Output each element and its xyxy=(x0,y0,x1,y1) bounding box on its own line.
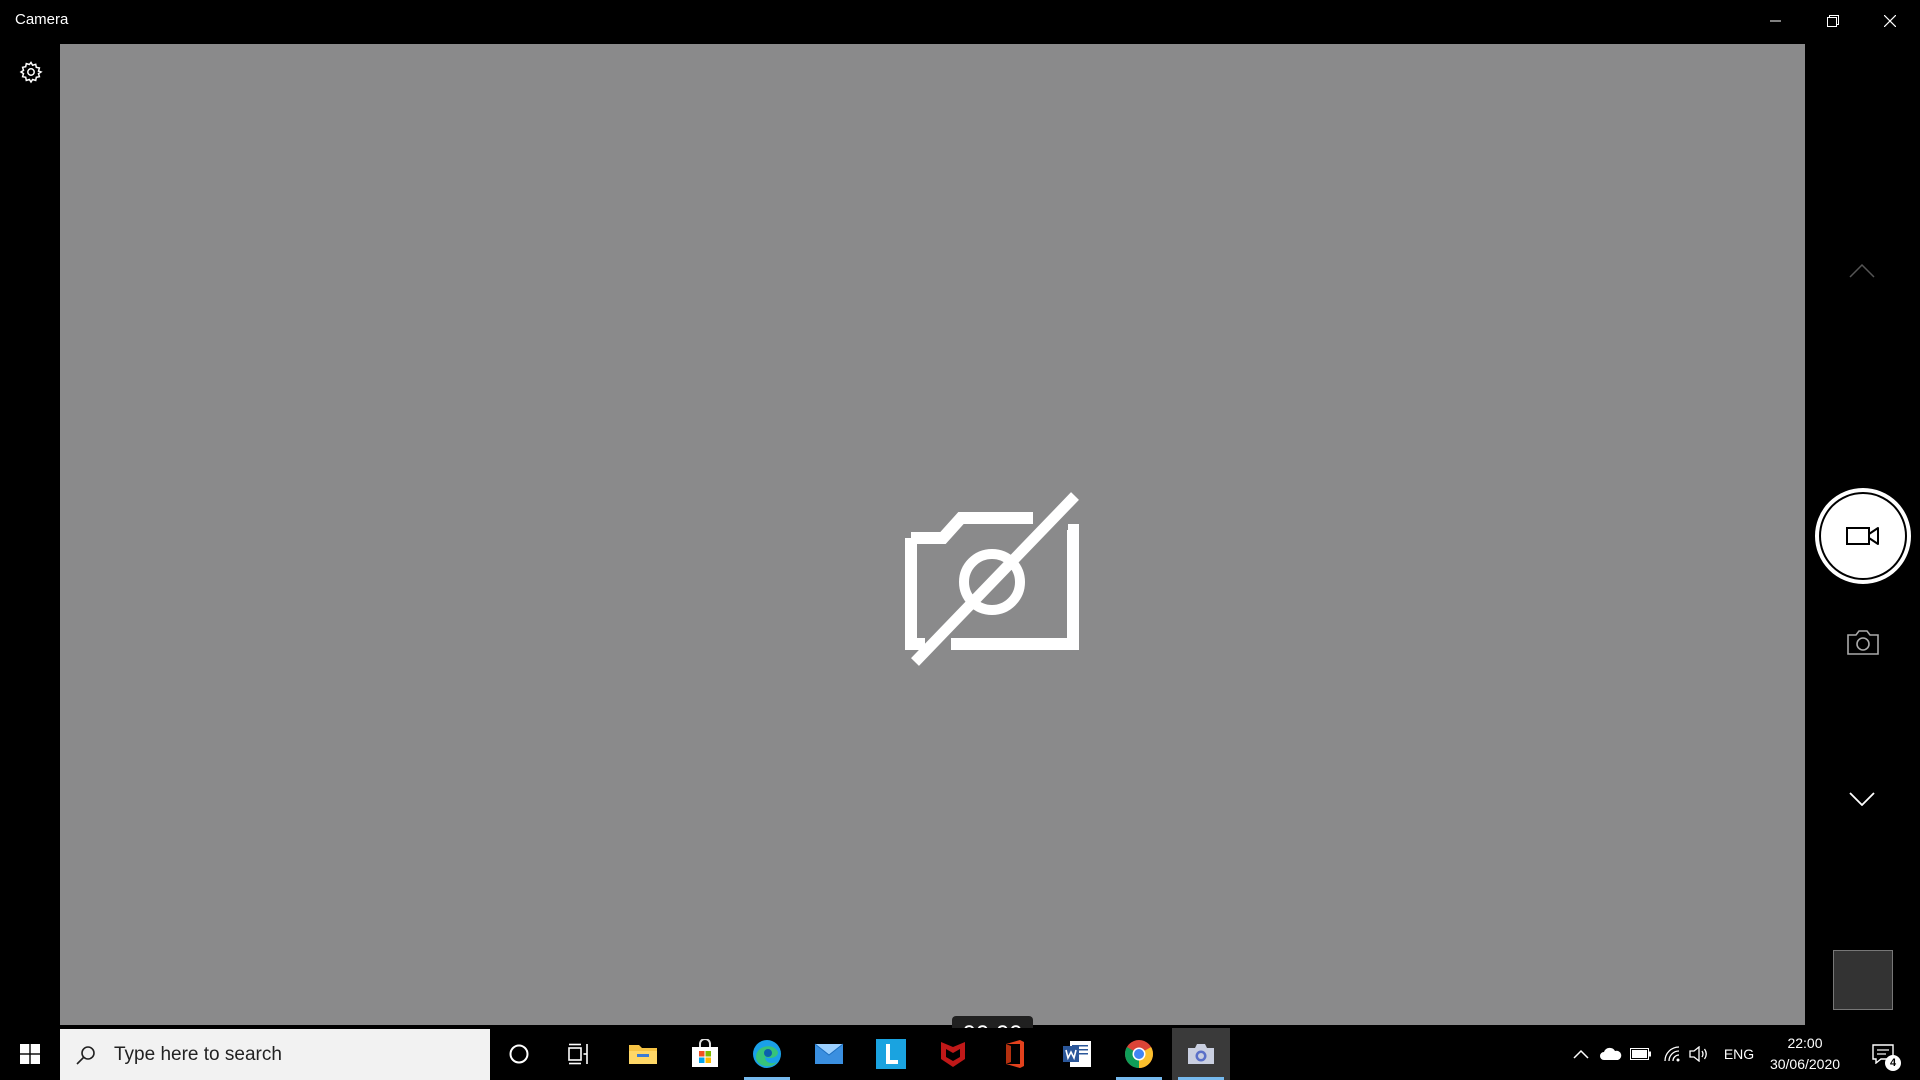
mode-down-button[interactable] xyxy=(1840,784,1884,814)
gear-icon xyxy=(19,61,43,84)
chrome-icon xyxy=(1125,1040,1153,1068)
minimize-button[interactable] xyxy=(1748,0,1804,42)
minimize-icon xyxy=(1770,20,1781,22)
onedrive-icon xyxy=(1600,1047,1622,1060)
camera-app-icon xyxy=(1188,1044,1214,1064)
action-center-button[interactable]: 4 xyxy=(1858,1028,1908,1080)
taskbar-app-chrome[interactable] xyxy=(1110,1028,1168,1080)
start-button[interactable] xyxy=(0,1028,60,1080)
store-icon xyxy=(692,1039,718,1067)
close-icon xyxy=(1884,15,1896,27)
notification-count-badge: 4 xyxy=(1885,1055,1901,1071)
clock-date: 30/06/2020 xyxy=(1769,1056,1841,1072)
record-video-button[interactable] xyxy=(1815,488,1911,584)
tray-onedrive[interactable] xyxy=(1597,1028,1625,1080)
video-icon xyxy=(1846,527,1879,545)
edge-icon xyxy=(753,1040,781,1068)
taskbar: Type here to search ENG 22:00 30/06/2020… xyxy=(0,1028,1920,1080)
word-icon xyxy=(1063,1041,1091,1067)
mcafee-icon xyxy=(941,1042,965,1067)
clock[interactable]: 22:00 30/06/2020 xyxy=(1762,1028,1848,1080)
tray-volume[interactable] xyxy=(1685,1028,1713,1080)
cortana-icon xyxy=(509,1044,529,1064)
tray-overflow-button[interactable] xyxy=(1567,1028,1595,1080)
office-icon xyxy=(1006,1040,1024,1068)
tray-wifi[interactable] xyxy=(1659,1028,1687,1080)
tray-battery[interactable] xyxy=(1627,1028,1655,1080)
volume-icon xyxy=(1689,1046,1707,1062)
wifi-icon xyxy=(1664,1046,1680,1062)
chevron-down-icon xyxy=(1849,792,1875,806)
l-app-icon xyxy=(876,1039,906,1069)
taskbar-search-box[interactable]: Type here to search xyxy=(60,1029,490,1080)
taskbar-app-l[interactable] xyxy=(862,1028,920,1080)
chevron-up-icon xyxy=(1849,264,1875,278)
taskbar-app-office[interactable] xyxy=(986,1028,1044,1080)
battery-icon xyxy=(1630,1048,1651,1060)
taskbar-app-store[interactable] xyxy=(676,1028,734,1080)
settings-button[interactable] xyxy=(12,54,50,90)
record-button-face xyxy=(1821,494,1905,578)
folder-icon xyxy=(629,1045,657,1064)
clock-time: 22:00 xyxy=(1787,1035,1823,1051)
restore-icon xyxy=(1827,15,1839,27)
mode-up-button[interactable] xyxy=(1840,256,1884,286)
last-capture-thumbnail[interactable] xyxy=(1833,950,1893,1010)
taskbar-app-camera[interactable] xyxy=(1172,1028,1230,1080)
taskbar-app-word[interactable] xyxy=(1048,1028,1106,1080)
cortana-button[interactable] xyxy=(494,1028,544,1080)
task-view-icon xyxy=(568,1043,588,1065)
search-icon xyxy=(76,1045,95,1065)
camera-icon xyxy=(1847,630,1879,655)
taskbar-app-mail[interactable] xyxy=(800,1028,858,1080)
take-photo-button[interactable] xyxy=(1842,624,1884,660)
windows-icon xyxy=(20,1044,40,1064)
taskbar-app-mcafee[interactable] xyxy=(924,1028,982,1080)
input-language[interactable]: ENG xyxy=(1716,1028,1762,1080)
restore-button[interactable] xyxy=(1805,0,1861,42)
taskbar-app-edge[interactable] xyxy=(738,1028,796,1080)
app-title: Camera xyxy=(15,11,69,28)
camera-preview: 00:00 xyxy=(60,44,1805,1054)
close-button[interactable] xyxy=(1862,0,1918,42)
task-view-button[interactable] xyxy=(555,1028,605,1080)
title-bar[interactable]: Camera xyxy=(0,0,1920,42)
camera-off-icon xyxy=(905,492,1079,666)
taskbar-app-file-explorer[interactable] xyxy=(614,1028,672,1080)
search-placeholder: Type here to search xyxy=(114,1043,282,1065)
mail-icon xyxy=(814,1043,844,1064)
chevron-up-icon xyxy=(1573,1049,1589,1059)
